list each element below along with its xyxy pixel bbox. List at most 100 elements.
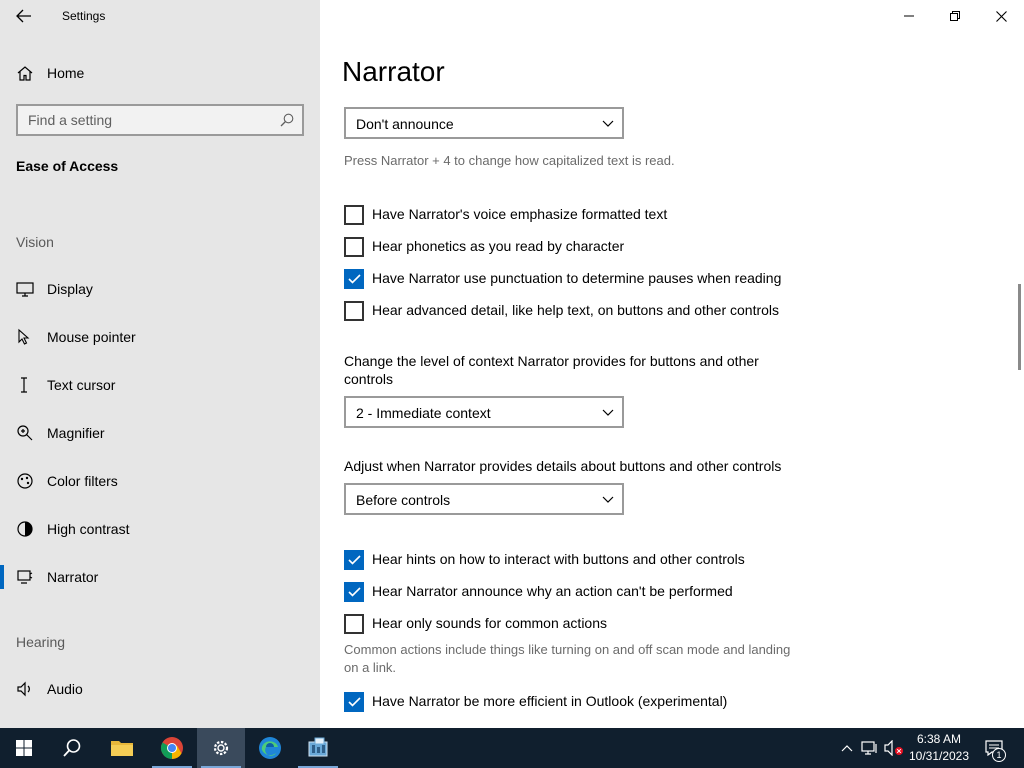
context-level-label: Change the level of context Narrator pro…	[344, 353, 759, 387]
capitalization-dropdown[interactable]: Don't announce	[344, 107, 624, 139]
sidebar-item-label: Mouse pointer	[47, 329, 136, 345]
sidebar-item-high-contrast[interactable]: High contrast	[0, 509, 320, 549]
search-icon	[63, 739, 81, 757]
network-icon	[861, 741, 877, 755]
mouse-pointer-icon	[18, 328, 30, 345]
settings-icon	[213, 740, 229, 756]
checkmark-icon	[348, 697, 361, 707]
file-explorer-icon	[111, 741, 133, 756]
minimize-button[interactable]	[886, 0, 932, 32]
checkbox-label: Have Narrator be more efficient in Outlo…	[372, 693, 728, 709]
context-level-dropdown[interactable]: 2 - Immediate context	[344, 396, 624, 428]
sidebar-item-label: Text cursor	[47, 377, 116, 393]
details-timing-dropdown[interactable]: Before controls	[344, 483, 624, 515]
chrome-button[interactable]	[148, 728, 196, 768]
checkbox-box[interactable]	[344, 692, 364, 712]
page-title: Narrator	[342, 56, 445, 87]
minimize-icon	[904, 15, 914, 17]
checkbox-box[interactable]	[344, 269, 364, 289]
search-box[interactable]	[16, 104, 304, 136]
home-link[interactable]: Home	[0, 56, 320, 90]
capitalization-help-text: Press Narrator + 4 to change how capital…	[344, 153, 675, 168]
home-icon	[17, 66, 33, 81]
checkbox-box[interactable]	[344, 614, 364, 634]
close-icon	[995, 10, 1007, 22]
sidebar-item-label: Color filters	[47, 473, 118, 489]
sidebar-item-label: Narrator	[47, 569, 99, 585]
checkmark-icon	[348, 587, 361, 597]
search-icon[interactable]	[280, 113, 294, 127]
checkbox-label: Hear advanced detail, like help text, on…	[372, 302, 780, 318]
checkbox-box[interactable]	[344, 237, 364, 257]
checkbox-box[interactable]	[344, 301, 364, 321]
dropdown-value: Before controls	[356, 492, 451, 508]
edge-icon	[259, 737, 281, 759]
chevron-down-icon	[602, 120, 614, 127]
checkbox-box[interactable]	[344, 550, 364, 570]
checkbox-label: Hear hints on how to interact with butto…	[372, 551, 745, 567]
clock-time: 6:38 AM	[916, 732, 962, 746]
network-button[interactable]	[858, 728, 882, 768]
sidebar-item-display[interactable]: Display	[0, 269, 320, 309]
sidebar-item-label: Display	[47, 281, 93, 297]
settings-taskbar-button[interactable]	[197, 728, 245, 768]
start-icon	[16, 740, 32, 756]
scrollbar-thumb[interactable]	[1018, 284, 1021, 370]
taskbar-clock[interactable]: 6:38 AM 10/31/2023	[900, 731, 978, 765]
chevron-down-icon	[602, 496, 614, 503]
selection-indicator	[0, 565, 4, 589]
sidebar-item-mouse-pointer[interactable]: Mouse pointer	[0, 317, 320, 357]
sidebar-item-label: Audio	[47, 681, 83, 697]
checkbox-box[interactable]	[344, 582, 364, 602]
checkbox-label: Have Narrator use punctuation to determi…	[372, 270, 782, 286]
checkbox-label: Hear only sounds for common actions	[372, 615, 607, 631]
start-button[interactable]	[0, 728, 48, 768]
checkmark-icon	[348, 274, 361, 284]
group-label-hearing: Hearing	[16, 634, 66, 650]
search-input[interactable]	[18, 106, 272, 134]
clock-date: 10/31/2023	[908, 749, 970, 763]
dropdown-value: Don't announce	[356, 116, 454, 132]
restore-icon	[950, 11, 960, 21]
checkmark-icon	[348, 555, 361, 565]
audio-icon	[17, 681, 30, 697]
magnifier-icon	[17, 425, 33, 441]
chevron-down-icon	[602, 409, 614, 416]
sidebar-item-text-cursor[interactable]: Text cursor	[0, 365, 320, 405]
details-timing-label: Adjust when Narrator provides details ab…	[344, 458, 782, 474]
control-panel-button[interactable]	[294, 728, 342, 768]
restore-button[interactable]	[932, 0, 978, 32]
checkbox-label: Hear Narrator announce why an action can…	[372, 583, 733, 599]
app-title: Settings	[62, 9, 106, 23]
show-hidden-icons-button[interactable]	[836, 728, 858, 768]
checkbox-box[interactable]	[344, 205, 364, 225]
title-bar: Settings	[0, 0, 320, 32]
back-arrow-icon	[16, 9, 31, 23]
color-filters-icon	[17, 473, 33, 489]
sidebar-item-color-filters[interactable]: Color filters	[0, 461, 320, 501]
common-actions-help-text: Common actions include things like turni…	[344, 642, 791, 675]
text-cursor-icon	[21, 377, 27, 393]
sidebar-item-label: Magnifier	[47, 425, 105, 441]
action-center-button[interactable]	[980, 728, 1008, 768]
file-explorer-button[interactable]	[98, 728, 146, 768]
checkbox-label: Hear phonetics as you read by character	[372, 238, 625, 254]
control-panel-icon	[308, 737, 328, 757]
checkbox-label: Have Narrator's voice emphasize formatte…	[372, 206, 668, 222]
chevron-up-icon	[841, 745, 853, 752]
sidebar-item-audio[interactable]: Audio	[0, 669, 320, 709]
settings-content: Don't announce Press Narrator + 4 to cha…	[320, 98, 1024, 728]
navigation-pane: Settings Home Ease of Access Vision Disp…	[0, 0, 320, 728]
sidebar-item-narrator[interactable]: Narrator	[0, 557, 320, 597]
back-button[interactable]	[0, 0, 48, 32]
dropdown-value: 2 - Immediate context	[356, 405, 491, 421]
group-label-vision: Vision	[16, 234, 54, 250]
home-label: Home	[47, 65, 85, 81]
taskbar-search-button[interactable]	[48, 728, 96, 768]
chrome-icon	[161, 737, 183, 759]
high-contrast-icon	[17, 521, 33, 537]
sidebar-item-magnifier[interactable]: Magnifier	[0, 413, 320, 453]
close-button[interactable]	[978, 0, 1024, 32]
edge-button[interactable]	[246, 728, 294, 768]
section-title: Ease of Access	[16, 158, 119, 174]
